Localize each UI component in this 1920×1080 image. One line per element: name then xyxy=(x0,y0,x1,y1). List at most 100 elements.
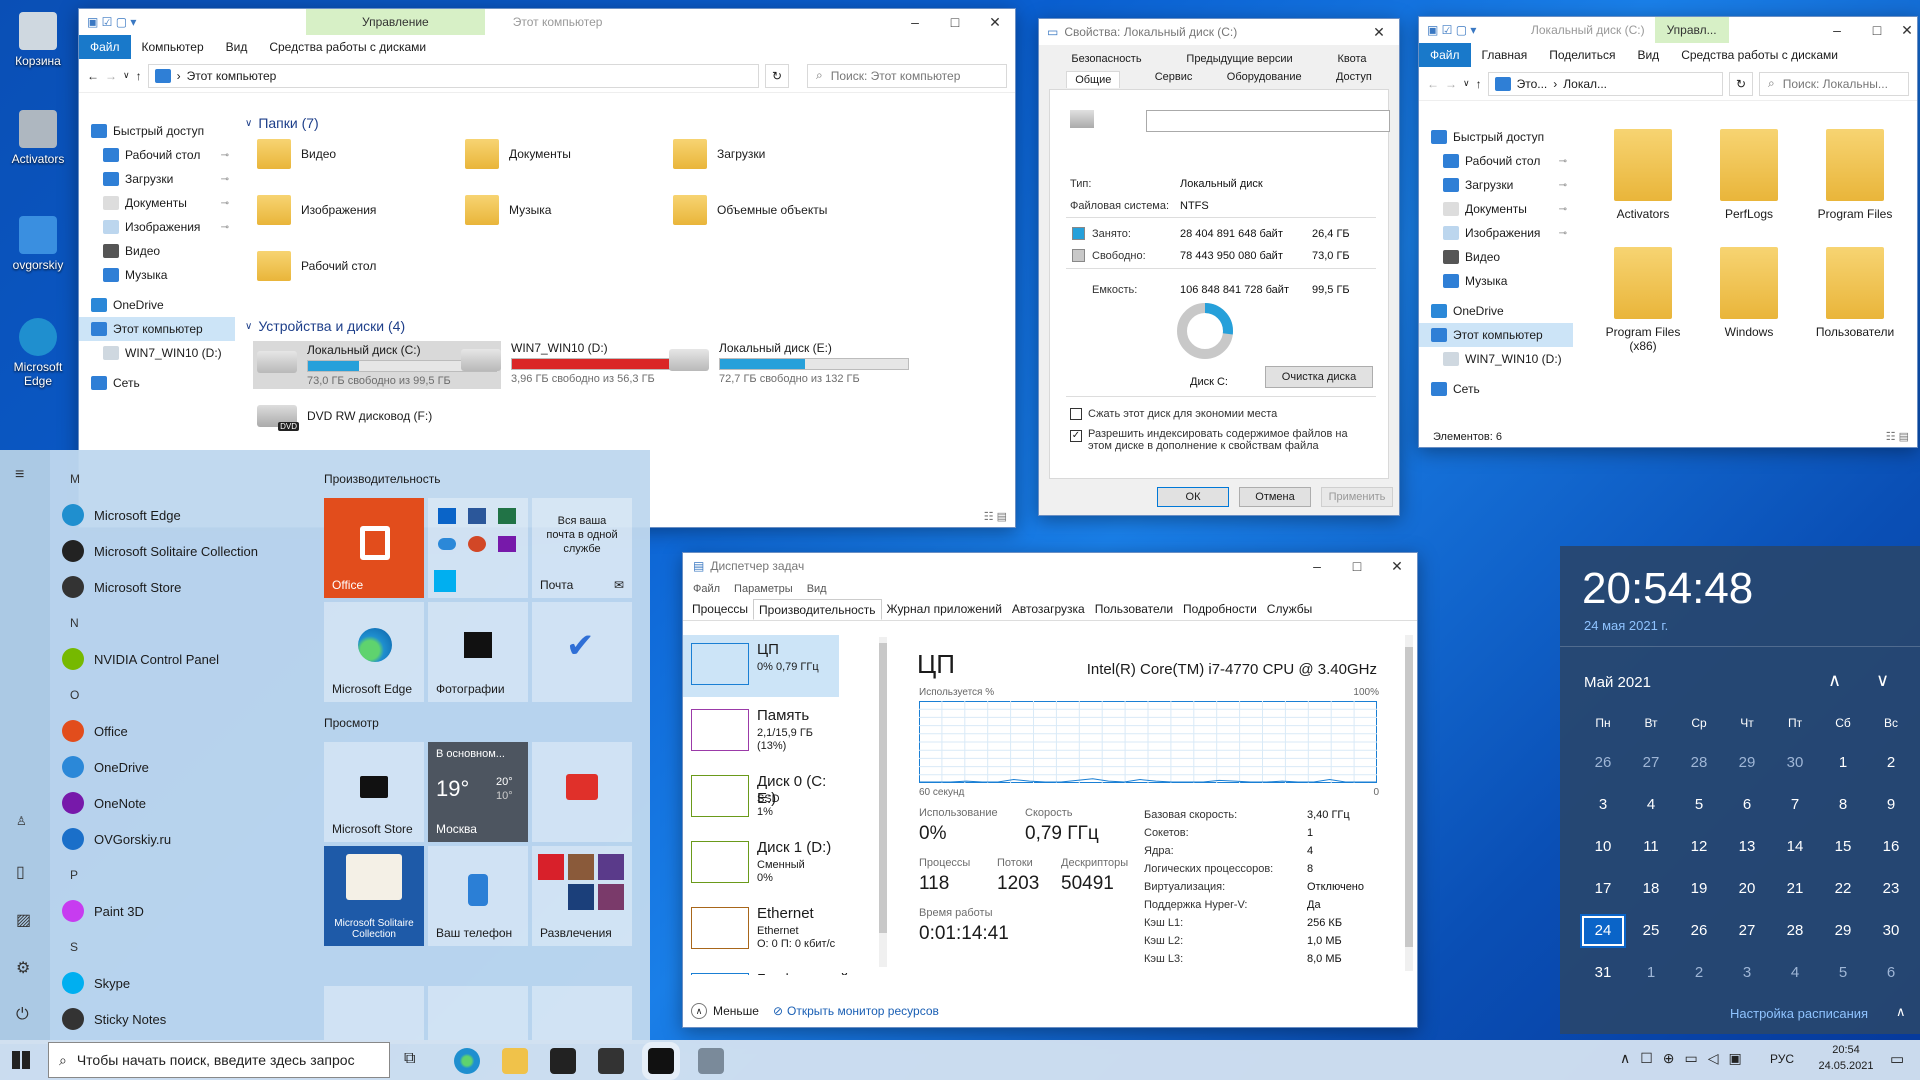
disk-cleanup-button[interactable]: Очистка диска xyxy=(1265,366,1373,388)
folder-item[interactable]: Пользователи xyxy=(1807,247,1903,339)
refresh-icon[interactable]: ↻ xyxy=(765,63,789,88)
next-month-chevron-down-icon[interactable]: ∨ xyxy=(1876,670,1889,691)
calendar-day[interactable]: 11 xyxy=(1628,830,1674,864)
calendar-day[interactable]: 30 xyxy=(1868,914,1914,948)
menu-item[interactable]: Вид xyxy=(807,583,827,595)
title-bar[interactable]: ▤ Диспетчер задач – □ ✕ xyxy=(683,553,1417,579)
nav-item[interactable]: Загрузки ⊸ xyxy=(1419,173,1573,197)
file-explorer-taskbar-icon[interactable] xyxy=(502,1048,528,1074)
desktop-icon[interactable]: ovgorskiy xyxy=(0,212,76,272)
notifications-icon[interactable]: ▭ xyxy=(1890,1050,1904,1068)
fewer-details-button[interactable]: ∧ Меньше xyxy=(691,1003,759,1019)
calendar-day[interactable]: 22 xyxy=(1820,872,1866,906)
dialog-tab[interactable]: Сервис xyxy=(1155,71,1193,88)
tab[interactable]: Службы xyxy=(1262,599,1317,620)
forward-arrow-icon[interactable]: → xyxy=(105,69,117,83)
calendar-month[interactable]: Май 2021 xyxy=(1584,674,1651,691)
nav-item[interactable]: Сеть xyxy=(1419,377,1573,401)
app-list-item[interactable]: Paint 3D xyxy=(62,900,144,922)
app-list-item[interactable]: Microsoft Edge xyxy=(62,504,181,526)
tile-news[interactable] xyxy=(532,742,632,842)
drive-item[interactable]: WIN7_WIN10 (D:) 3,96 ГБ свободно из 56,3 … xyxy=(461,341,701,385)
folders-group-header[interactable]: ∨ Папки (7) xyxy=(245,115,319,131)
calendar-day[interactable]: 27 xyxy=(1628,746,1674,780)
ribbon-tab[interactable]: Поделиться xyxy=(1538,43,1626,67)
tile-photos[interactable]: Фотографии xyxy=(428,602,528,702)
apply-button[interactable]: Применить xyxy=(1321,487,1393,507)
resource-item[interactable]: Память 2,1/15,9 ГБ (13%) xyxy=(683,701,839,763)
app-list-letter[interactable]: O xyxy=(70,688,79,702)
resource-item[interactable]: Диск 0 (C: E:) SSD 1% xyxy=(683,767,839,829)
ribbon-tab[interactable]: Вид xyxy=(215,35,259,59)
app-list-letter[interactable]: P xyxy=(70,868,78,882)
back-arrow-icon[interactable]: ← xyxy=(87,69,99,83)
taskbar-search-box[interactable]: ⌕ Чтобы начать поиск, введите здесь запро… xyxy=(48,1042,390,1078)
back-arrow-icon[interactable]: ← xyxy=(1427,77,1439,91)
app-list-item[interactable]: NVIDIA Control Panel xyxy=(62,648,219,670)
folder-item[interactable]: Program Files xyxy=(1807,129,1903,221)
nav-item[interactable]: Видео xyxy=(79,239,235,263)
calendar-day[interactable]: 29 xyxy=(1820,914,1866,948)
dvd-drive[interactable]: DVD DVD RW дисковод (F:) xyxy=(257,405,432,431)
tab[interactable]: Журнал приложений xyxy=(882,599,1007,620)
nav-item[interactable]: Рабочий стол ⊸ xyxy=(79,143,235,167)
calendar-day[interactable]: 9 xyxy=(1868,788,1914,822)
folder-item[interactable]: Объемные объекты xyxy=(673,195,827,225)
language-indicator[interactable]: РУС xyxy=(1770,1052,1794,1066)
nav-item[interactable]: Сеть xyxy=(79,371,235,395)
calendar-day[interactable]: 5 xyxy=(1820,956,1866,990)
search-input[interactable]: ⌕ Поиск: Этот компьютер xyxy=(807,63,1007,88)
calendar-day[interactable]: 26 xyxy=(1676,914,1722,948)
ok-button[interactable]: ОК xyxy=(1157,487,1229,507)
app-list-item[interactable]: OVGorskiy.ru xyxy=(62,828,171,850)
ribbon-tab[interactable]: Вид xyxy=(1626,43,1670,67)
address-bar[interactable]: Это... › Локал... xyxy=(1487,71,1723,96)
tile-todo[interactable]: ✔ xyxy=(532,602,632,702)
task-view-icon[interactable]: ⧉ xyxy=(404,1050,415,1068)
calendar-day[interactable]: 28 xyxy=(1772,914,1818,948)
dialog-tab[interactable]: Общие xyxy=(1066,71,1121,88)
folder-item[interactable]: Документы xyxy=(465,139,571,169)
nav-item[interactable]: Загрузки ⊸ xyxy=(79,167,235,191)
qat-icons[interactable]: ▣ ☑ ▢ ▾ xyxy=(79,15,191,29)
resource-monitor-link[interactable]: ⊘ Открыть монитор ресурсов xyxy=(773,1004,939,1018)
tray-icons[interactable]: ∧☐⊕▭◁▣ xyxy=(1620,1050,1752,1067)
task-manager-window[interactable]: ▤ Диспетчер задач – □ ✕ Файл Параметры Вид Про… xyxy=(682,552,1418,1028)
up-arrow-icon[interactable]: ↑ xyxy=(1476,77,1482,91)
ribbon-tab[interactable]: Файл xyxy=(1419,43,1471,67)
calendar-day[interactable]: 28 xyxy=(1676,746,1722,780)
calendar-day[interactable]: 6 xyxy=(1868,956,1914,990)
calendar-day[interactable]: 15 xyxy=(1820,830,1866,864)
chevron-down-icon[interactable]: ∨ xyxy=(1463,78,1470,89)
calendar-day[interactable]: 10 xyxy=(1580,830,1626,864)
ribbon-tab[interactable]: Компьютер xyxy=(131,35,215,59)
tile-weather[interactable]: В основном... 19° 20° 10° Москва xyxy=(428,742,528,842)
tile-store[interactable]: Microsoft Store xyxy=(324,742,424,842)
tile-partial-3[interactable] xyxy=(532,986,632,1044)
forward-arrow-icon[interactable]: → xyxy=(1445,77,1457,91)
taskmgr-taskbar-icon[interactable] xyxy=(698,1048,724,1074)
taskbar-clock-date[interactable]: 24.05.2021 xyxy=(1806,1060,1886,1072)
close-button[interactable]: ✕ xyxy=(1897,22,1917,39)
disk-properties-dialog[interactable]: ▭ Свойства: Локальный диск (C:) ✕ Безопасн… xyxy=(1038,18,1400,516)
nav-item[interactable]: OneDrive xyxy=(79,293,235,317)
calendar-day[interactable]: 12 xyxy=(1676,830,1722,864)
panel-scrollbar[interactable] xyxy=(1405,635,1413,971)
nav-item[interactable]: Изображения ⊸ xyxy=(79,215,235,239)
calendar-day[interactable]: 3 xyxy=(1724,956,1770,990)
dialog-tab[interactable]: Предыдущие версии xyxy=(1186,53,1292,65)
app-list-item[interactable]: Microsoft Solitaire Collection xyxy=(62,540,258,562)
tile-office-apps[interactable] xyxy=(428,498,528,598)
maximize-button[interactable]: □ xyxy=(1857,22,1897,38)
resource-item[interactable]: ЦП 0% 0,79 ГГц xyxy=(683,635,839,697)
app-list-item[interactable]: Microsoft Store xyxy=(62,576,181,598)
nav-item[interactable]: Видео xyxy=(1419,245,1573,269)
app-list-item[interactable]: Skype xyxy=(62,972,130,994)
resource-item[interactable]: Диск 1 (D:) Сменный 0% xyxy=(683,833,839,895)
calendar-day[interactable]: 29 xyxy=(1724,746,1770,780)
tab[interactable]: Процессы xyxy=(687,599,753,620)
title-bar[interactable]: ▣ ☑ ▢ ▾ Локальный диск (C:) Управл... – … xyxy=(1419,17,1917,43)
calendar-day[interactable]: 26 xyxy=(1580,746,1626,780)
calendar-day[interactable]: 2 xyxy=(1868,746,1914,780)
list-scrollbar[interactable] xyxy=(879,637,887,967)
